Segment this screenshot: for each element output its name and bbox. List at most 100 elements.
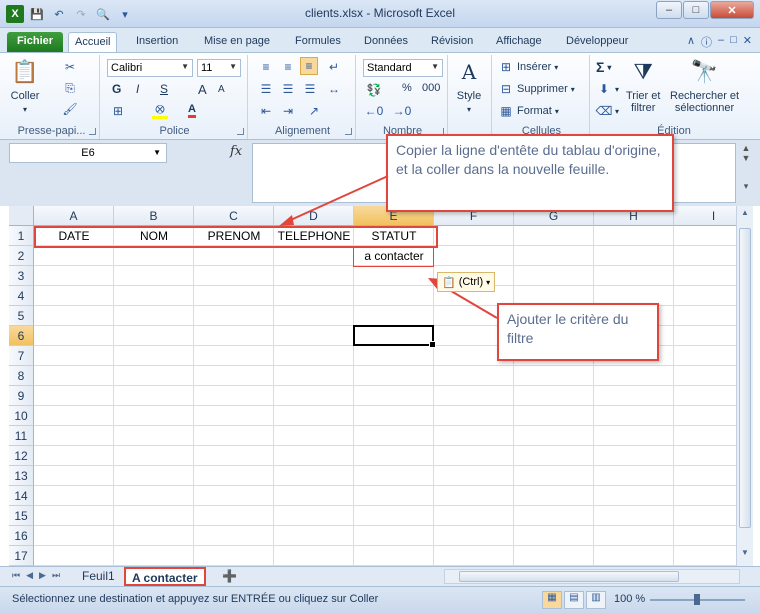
page-layout-view-icon[interactable]: ▤	[564, 591, 584, 609]
scroll-down-icon[interactable]: ▼	[737, 548, 753, 564]
shrink-font-button[interactable]: A	[218, 84, 225, 95]
minimize-button[interactable]: –	[656, 1, 682, 19]
paste-options-button[interactable]: 📋 (Ctrl) ▾	[437, 272, 496, 292]
find-select-button[interactable]: 🔭 Rechercher et sélectionner	[670, 57, 739, 115]
help-icon[interactable]: ⓘ	[701, 34, 712, 50]
wrap-text-button[interactable]: ↵	[326, 59, 342, 75]
fill-button[interactable]: ⬇ ▾	[596, 81, 619, 97]
active-cell-selection[interactable]	[353, 325, 436, 348]
tab-fichier[interactable]: Fichier	[7, 32, 63, 52]
zoom-level[interactable]: 100 %	[614, 593, 645, 605]
row-header-15[interactable]: 15	[9, 506, 34, 526]
decrease-indent-button[interactable]: ⇤	[258, 103, 274, 119]
close-workbook-icon[interactable]: ✕	[743, 34, 752, 50]
row-header-5[interactable]: 5	[9, 306, 34, 326]
dialog-launcher-icon[interactable]	[345, 128, 352, 135]
cut-button[interactable]: ✂	[62, 59, 78, 75]
minimize-workbook-icon[interactable]: –	[718, 34, 724, 50]
row-header-17[interactable]: 17	[9, 546, 34, 566]
delete-button[interactable]: ⊟ Supprimer ▾	[498, 81, 575, 97]
chevron-down-icon[interactable]: ▼	[738, 153, 754, 163]
percent-button[interactable]: %	[402, 82, 412, 94]
format-button[interactable]: ▦ Format ▾	[498, 103, 559, 119]
tab-affichage[interactable]: Affichage	[490, 32, 548, 52]
scroll-thumb[interactable]	[739, 228, 751, 528]
column-header-d[interactable]: D	[274, 206, 354, 226]
font-size-combo[interactable]: 11 ▼	[197, 59, 241, 77]
style-button[interactable]: A Style ▾	[454, 57, 484, 114]
row-header-12[interactable]: 12	[9, 446, 34, 466]
last-sheet-icon[interactable]: ⏭	[52, 570, 60, 581]
align-middle-button[interactable]: ≡	[280, 59, 296, 75]
tab-insertion[interactable]: Insertion	[130, 32, 184, 52]
chevron-up-icon[interactable]: ∧	[687, 34, 695, 50]
decrease-decimal-button[interactable]: →0	[393, 103, 412, 119]
align-left-button[interactable]: ☰	[258, 81, 274, 97]
format-painter-button[interactable]: 🖌	[62, 101, 78, 117]
row-header-9[interactable]: 9	[9, 386, 34, 406]
thousands-button[interactable]: 000	[422, 82, 440, 94]
select-all-corner[interactable]	[9, 206, 34, 226]
row-header-7[interactable]: 7	[9, 346, 34, 366]
tab-donnees[interactable]: Données	[358, 32, 414, 52]
name-box[interactable]: E6 ▼	[9, 143, 167, 163]
row-header-6[interactable]: 6	[9, 326, 34, 346]
grow-font-button[interactable]: A	[198, 82, 207, 97]
row-header-11[interactable]: 11	[9, 426, 34, 446]
increase-indent-button[interactable]: ⇥	[280, 103, 296, 119]
row-header-16[interactable]: 16	[9, 526, 34, 546]
align-right-button[interactable]: ☰	[302, 81, 318, 97]
normal-view-icon[interactable]: ▦	[542, 591, 562, 609]
horizontal-scrollbar[interactable]	[444, 569, 740, 584]
tab-formules[interactable]: Formules	[289, 32, 347, 52]
tab-revision[interactable]: Révision	[425, 32, 479, 52]
row-header-3[interactable]: 3	[9, 266, 34, 286]
paste-button[interactable]: 📋 Coller ▾	[10, 57, 40, 114]
page-break-view-icon[interactable]: ▥	[586, 591, 606, 609]
underline-button[interactable]: S	[160, 82, 168, 96]
row-header-2[interactable]: 2	[9, 246, 34, 266]
increase-decimal-button[interactable]: ←0	[365, 103, 384, 119]
prev-sheet-icon[interactable]: ◀	[26, 570, 33, 581]
italic-button[interactable]: I	[136, 82, 139, 96]
align-top-button[interactable]: ≡	[258, 59, 274, 75]
row-header-1[interactable]: 1	[9, 226, 34, 246]
vertical-scrollbar[interactable]: ▲ ▼	[736, 206, 753, 566]
fx-icon[interactable]: fx	[230, 144, 242, 159]
borders-button[interactable]: ⊞	[110, 103, 126, 119]
restore-workbook-icon[interactable]: □	[730, 34, 737, 50]
align-bottom-button[interactable]: ≡	[300, 57, 318, 75]
dialog-launcher-icon[interactable]	[237, 128, 244, 135]
accounting-format-button[interactable]: 💱	[366, 82, 382, 98]
column-header-i[interactable]: I	[674, 206, 736, 226]
zoom-slider[interactable]	[650, 594, 745, 605]
orientation-button[interactable]: ↗	[306, 103, 322, 119]
column-header-b[interactable]: B	[114, 206, 194, 226]
font-color-button[interactable]: A	[188, 103, 196, 118]
chevron-up-icon[interactable]: ▲	[738, 143, 754, 153]
expand-formula-icon[interactable]: ▾	[738, 181, 754, 192]
bold-button[interactable]: G	[112, 82, 121, 96]
tab-mise-en-page[interactable]: Mise en page	[198, 32, 276, 52]
zoom-knob[interactable]	[694, 594, 700, 605]
number-format-combo[interactable]: Standard ▼	[363, 59, 443, 77]
column-header-c[interactable]: C	[194, 206, 274, 226]
scroll-up-icon[interactable]: ▲	[737, 208, 753, 224]
next-sheet-icon[interactable]: ▶	[39, 570, 46, 581]
column-header-a[interactable]: A	[34, 206, 114, 226]
close-button[interactable]: ✕	[710, 1, 754, 19]
row-header-10[interactable]: 10	[9, 406, 34, 426]
sort-filter-button[interactable]: ⧩ Trier et filtrer	[626, 57, 660, 115]
fill-color-button[interactable]: ⭙	[152, 102, 168, 119]
insert-button[interactable]: ⊞ Insérer ▾	[498, 59, 558, 75]
merge-center-button[interactable]: ↔	[326, 81, 342, 97]
tab-accueil[interactable]: Accueil	[68, 32, 118, 52]
row-header-8[interactable]: 8	[9, 366, 34, 386]
hscroll-thumb[interactable]	[459, 571, 679, 582]
clear-button[interactable]: ⌫ ▾	[596, 103, 620, 119]
row-header-13[interactable]: 13	[9, 466, 34, 486]
first-sheet-icon[interactable]: ⏮	[12, 570, 20, 581]
sheet-tab-a-contacter[interactable]: A contacter	[124, 567, 206, 586]
row-header-4[interactable]: 4	[9, 286, 34, 306]
tab-developpeur[interactable]: Développeur	[560, 32, 634, 52]
